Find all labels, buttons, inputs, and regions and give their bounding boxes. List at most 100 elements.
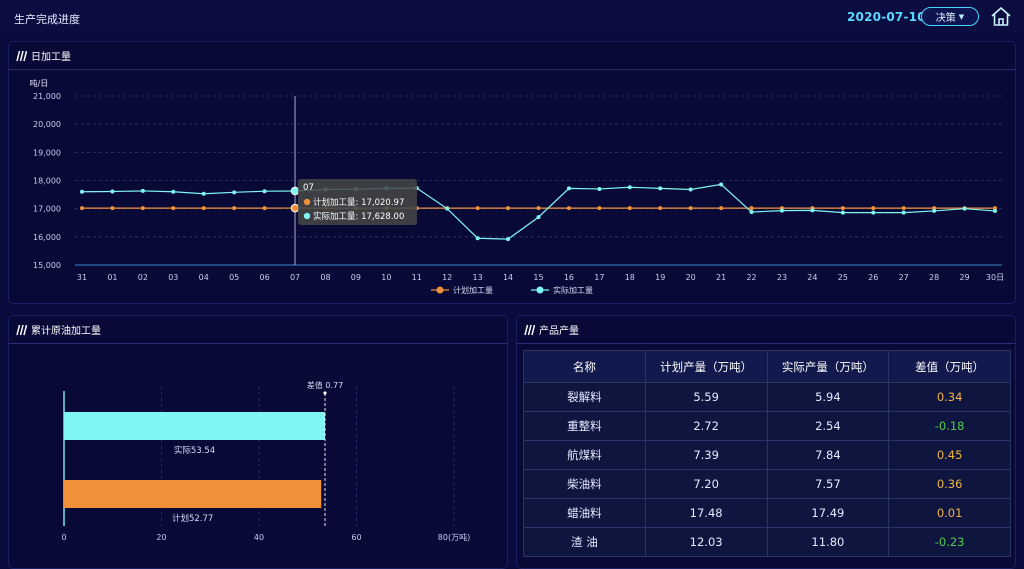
product-output-panel: 产品产量 名称 计划产量（万吨） 实际产量（万吨） 差值（万吨） 裂解料 5.5…	[516, 315, 1016, 569]
planned-point	[597, 206, 602, 211]
actual-output: 7.57	[766, 469, 890, 499]
actual-point	[140, 188, 145, 193]
actual-point	[262, 189, 267, 194]
planned-point	[262, 206, 267, 211]
y-tick-label: 16,000	[33, 233, 61, 242]
planned-point	[688, 206, 693, 211]
bar-label: 计划52.77	[172, 513, 213, 524]
actual-point	[871, 210, 876, 215]
table-row: 渣 油 12.03 11.80 -0.23	[523, 527, 1011, 557]
x-tick-label: 28	[929, 273, 939, 282]
planned-bar	[64, 480, 322, 508]
y-tick-label: 18,000	[33, 177, 61, 186]
product-name: 蜡油料	[523, 498, 646, 528]
y-tick-label: 20,000	[33, 120, 61, 129]
decision-dropdown-button[interactable]: 决策 ▼	[921, 7, 979, 26]
x-tick-label: 31	[77, 273, 87, 282]
planned-point	[536, 206, 541, 211]
difference-value: -0.23	[888, 527, 1011, 557]
planned-point	[840, 206, 845, 211]
actual-point	[110, 189, 115, 194]
actual-point	[962, 206, 967, 211]
x-tick-label: 29	[959, 273, 969, 282]
actual-point	[749, 210, 754, 215]
actual-output: 7.84	[766, 440, 890, 470]
page-title: 生产完成进度	[14, 13, 80, 26]
column-header: 计划产量（万吨）	[644, 350, 768, 383]
home-icon[interactable]	[989, 5, 1013, 29]
actual-output: 11.80	[766, 527, 890, 557]
product-name: 裂解料	[523, 382, 646, 412]
difference-value: 0.34	[888, 382, 1011, 412]
table-row: 重整料 2.72 2.54 -0.18	[523, 411, 1011, 441]
actual-point	[627, 185, 632, 190]
x-tick-label: 06	[260, 273, 270, 282]
actual-point	[445, 206, 450, 211]
x-tick-label: 11	[412, 273, 422, 282]
table-row: 裂解料 5.59 5.94 0.34	[523, 382, 1011, 412]
planned-output: 17.48	[644, 498, 768, 528]
actual-point	[80, 189, 84, 194]
panel-header: 日加工量	[9, 42, 1015, 70]
x-tick-label: 17	[594, 273, 604, 282]
product-name: 重整料	[523, 411, 646, 441]
legend-label: 实际加工量	[553, 285, 593, 295]
actual-point	[232, 190, 237, 195]
actual-point	[597, 186, 602, 191]
x-tick-label: 19	[655, 273, 665, 282]
planned-point	[80, 206, 84, 211]
planned-output: 5.59	[644, 382, 768, 412]
planned-point	[201, 206, 206, 211]
panel-title: 累计原油加工量	[31, 326, 101, 337]
x-tick-label: 25	[838, 273, 848, 282]
legend-marker	[536, 286, 544, 294]
x-tick-label: 26	[868, 273, 878, 282]
stripes-icon	[16, 50, 27, 61]
planned-output: 7.39	[644, 440, 768, 470]
planned-output: 2.72	[644, 411, 768, 441]
bar-label: 实际53.54	[174, 445, 215, 456]
tooltip-marker	[303, 212, 311, 220]
actual-point	[475, 236, 480, 241]
planned-point	[749, 206, 754, 211]
difference-value: 0.45	[888, 440, 1011, 470]
x-tick-label: 27	[899, 273, 909, 282]
x-tick-label: 24	[807, 273, 817, 282]
x-tick-label: 04	[199, 273, 209, 282]
x-tick-label: 07	[290, 273, 300, 282]
x-tick-label: 0	[61, 533, 66, 542]
actual-point	[932, 208, 937, 213]
panel-header: 产品产量	[517, 316, 1015, 344]
panel-title: 产品产量	[539, 326, 579, 337]
difference-marker-dot	[323, 391, 327, 395]
actual-point	[688, 187, 693, 192]
x-tick-label: 10	[381, 273, 391, 282]
x-tick-label: 21	[716, 273, 726, 282]
actual-point	[566, 186, 571, 191]
x-tick-label: 18	[625, 273, 635, 282]
difference-value: 0.36	[888, 469, 1011, 499]
legend-marker	[436, 286, 444, 294]
daily-processing-panel: 日加工量 吨/日 15,000 16,000 17,000 18,000 19,000 20…	[8, 41, 1016, 304]
x-tick-label: 13	[473, 273, 483, 282]
cumulative-crude-panel: 累计原油加工量 0 20 40 60 80(万吨) 实际53.54 计划52.77 差值 0.…	[8, 315, 508, 569]
difference-label: 差值 0.77	[307, 380, 343, 390]
y-tick-label: 21,000	[33, 92, 61, 101]
tooltip-marker	[303, 198, 311, 206]
x-tick-label: 22	[746, 273, 756, 282]
panel-title: 日加工量	[31, 52, 71, 63]
x-tick-label: 40	[254, 533, 264, 542]
table-row: 柴油料 7.20 7.57 0.36	[523, 469, 1011, 499]
x-tick-label: 23	[777, 273, 787, 282]
legend-label: 计划加工量	[453, 285, 493, 295]
planned-point	[719, 206, 724, 211]
x-tick-label: 08	[320, 273, 330, 282]
chevron-down-icon: ▼	[958, 12, 965, 21]
x-tick-label: 01	[107, 273, 117, 282]
y-tick-label: 19,000	[33, 148, 61, 157]
x-tick-label: 16	[564, 273, 574, 282]
planned-point	[506, 206, 511, 211]
tooltip-row: 实际加工量: 17,628.00	[313, 211, 404, 222]
column-header: 差值（万吨）	[888, 350, 1011, 383]
x-tick-label: 80(万吨)	[438, 532, 470, 542]
